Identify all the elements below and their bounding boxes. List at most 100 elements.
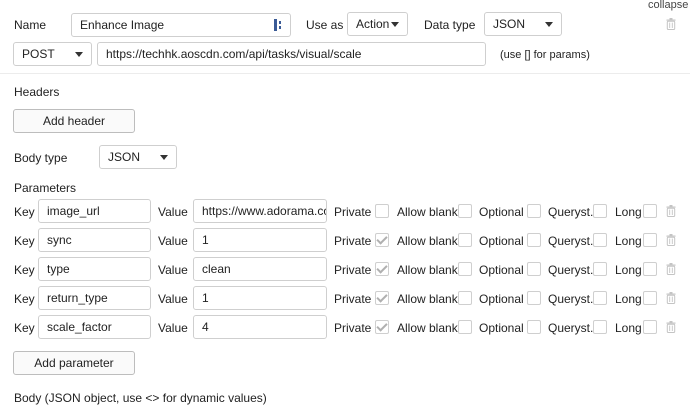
querystring-checkbox[interactable] xyxy=(593,291,607,305)
trash-icon[interactable] xyxy=(666,321,676,333)
param-key-input[interactable]: image_url xyxy=(38,199,151,223)
add-header-button[interactable]: Add header xyxy=(13,109,135,133)
checkmark-icon xyxy=(376,233,388,245)
url-input[interactable]: https://techhk.aoscdn.com/api/tasks/visu… xyxy=(97,42,486,66)
long-label: Long xyxy=(615,234,642,248)
trash-icon[interactable] xyxy=(666,205,676,217)
param-value-input[interactable]: clean xyxy=(193,257,327,281)
optional-label: Optional xyxy=(479,263,524,277)
allow-blank-checkbox[interactable] xyxy=(458,320,472,334)
optional-checkbox[interactable] xyxy=(527,204,541,218)
querystring-checkbox[interactable] xyxy=(593,204,607,218)
allow-blank-checkbox[interactable] xyxy=(458,262,472,276)
allow-blank-checkbox[interactable] xyxy=(458,204,472,218)
body-type-value: JSON xyxy=(108,150,141,164)
add-parameter-button[interactable]: Add parameter xyxy=(13,351,135,375)
body-type-select[interactable]: JSON xyxy=(99,145,177,169)
private-label: Private xyxy=(334,292,372,306)
parameter-row: Key return_type Value 1 Private Allow blank Op… xyxy=(0,286,690,312)
chevron-down-icon xyxy=(391,22,399,27)
checkmark-icon xyxy=(376,262,388,274)
param-value-label: Value xyxy=(158,321,188,335)
param-key-value: scale_factor xyxy=(47,320,112,334)
param-key-label: Key xyxy=(14,234,35,248)
param-value-input[interactable]: 1 xyxy=(193,286,327,310)
querystring-checkbox[interactable] xyxy=(593,262,607,276)
param-value-value: clean xyxy=(202,262,231,276)
param-key-label: Key xyxy=(14,321,35,335)
use-as-label: Use as xyxy=(306,18,344,32)
method-value: POST xyxy=(22,47,55,61)
trash-icon[interactable] xyxy=(666,18,676,30)
long-checkbox[interactable] xyxy=(643,291,657,305)
long-checkbox[interactable] xyxy=(643,320,657,334)
querystring-checkbox[interactable] xyxy=(593,320,607,334)
name-label: Name xyxy=(14,18,47,32)
optional-checkbox[interactable] xyxy=(527,233,541,247)
divider xyxy=(0,73,690,74)
param-key-label: Key xyxy=(14,263,35,277)
long-label: Long xyxy=(615,292,642,306)
optional-label: Optional xyxy=(479,234,524,248)
chevron-down-icon xyxy=(545,22,553,27)
use-as-select[interactable]: Action xyxy=(347,12,408,36)
allow-blank-label: Allow blank xyxy=(397,292,458,306)
long-checkbox[interactable] xyxy=(643,262,657,276)
url-hint: (use [] for params) xyxy=(500,49,590,61)
param-key-label: Key xyxy=(14,292,35,306)
long-label: Long xyxy=(615,205,642,219)
trash-icon[interactable] xyxy=(666,234,676,246)
private-checkbox[interactable] xyxy=(375,204,389,218)
param-value-input[interactable]: https://www.adorama.com xyxy=(193,199,327,223)
querystring-label: Queryst. xyxy=(548,263,594,277)
querystring-label: Queryst. xyxy=(548,205,594,219)
collapse-link[interactable]: collapse xyxy=(648,0,688,13)
trash-icon[interactable] xyxy=(666,292,676,304)
headers-title: Headers xyxy=(14,85,60,99)
param-value-input[interactable]: 1 xyxy=(193,228,327,252)
optional-checkbox[interactable] xyxy=(527,262,541,276)
allow-blank-label: Allow blank xyxy=(397,263,458,277)
optional-checkbox[interactable] xyxy=(527,320,541,334)
param-key-label: Key xyxy=(14,205,35,219)
data-type-select[interactable]: JSON xyxy=(484,12,562,36)
param-key-input[interactable]: sync xyxy=(38,228,151,252)
name-input[interactable]: Enhance Image xyxy=(71,13,291,37)
param-value-label: Value xyxy=(158,263,188,277)
private-checkbox[interactable] xyxy=(375,262,389,276)
allow-blank-label: Allow blank xyxy=(397,321,458,335)
private-label: Private xyxy=(334,321,372,335)
param-key-input[interactable]: type xyxy=(38,257,151,281)
allow-blank-checkbox[interactable] xyxy=(458,233,472,247)
param-value-value: 1 xyxy=(202,291,209,305)
private-checkbox[interactable] xyxy=(375,233,389,247)
method-select[interactable]: POST xyxy=(13,42,92,66)
parameter-row: Key sync Value 1 Private Allow blank Optional Q… xyxy=(0,228,690,254)
optional-label: Optional xyxy=(479,321,524,335)
optional-checkbox[interactable] xyxy=(527,291,541,305)
chevron-down-icon xyxy=(75,52,83,57)
long-checkbox[interactable] xyxy=(643,204,657,218)
param-key-input[interactable]: scale_factor xyxy=(38,315,151,339)
param-value-input[interactable]: 4 xyxy=(193,315,327,339)
param-key-input[interactable]: return_type xyxy=(38,286,151,310)
name-value: Enhance Image xyxy=(80,18,165,32)
allow-blank-label: Allow blank xyxy=(397,205,458,219)
url-value: https://techhk.aoscdn.com/api/tasks/visu… xyxy=(106,47,362,61)
private-checkbox[interactable] xyxy=(375,291,389,305)
dynamic-data-icon[interactable] xyxy=(274,19,284,31)
body-type-label: Body type xyxy=(14,151,68,165)
param-value-label: Value xyxy=(158,205,188,219)
allow-blank-checkbox[interactable] xyxy=(458,291,472,305)
trash-icon[interactable] xyxy=(666,263,676,275)
data-type-value: JSON xyxy=(493,17,526,31)
private-label: Private xyxy=(334,263,372,277)
querystring-checkbox[interactable] xyxy=(593,233,607,247)
querystring-label: Queryst. xyxy=(548,234,594,248)
param-key-value: sync xyxy=(47,233,72,247)
long-checkbox[interactable] xyxy=(643,233,657,247)
param-value-value: 1 xyxy=(202,233,209,247)
querystring-label: Queryst. xyxy=(548,321,594,335)
private-checkbox[interactable] xyxy=(375,320,389,334)
optional-label: Optional xyxy=(479,205,524,219)
